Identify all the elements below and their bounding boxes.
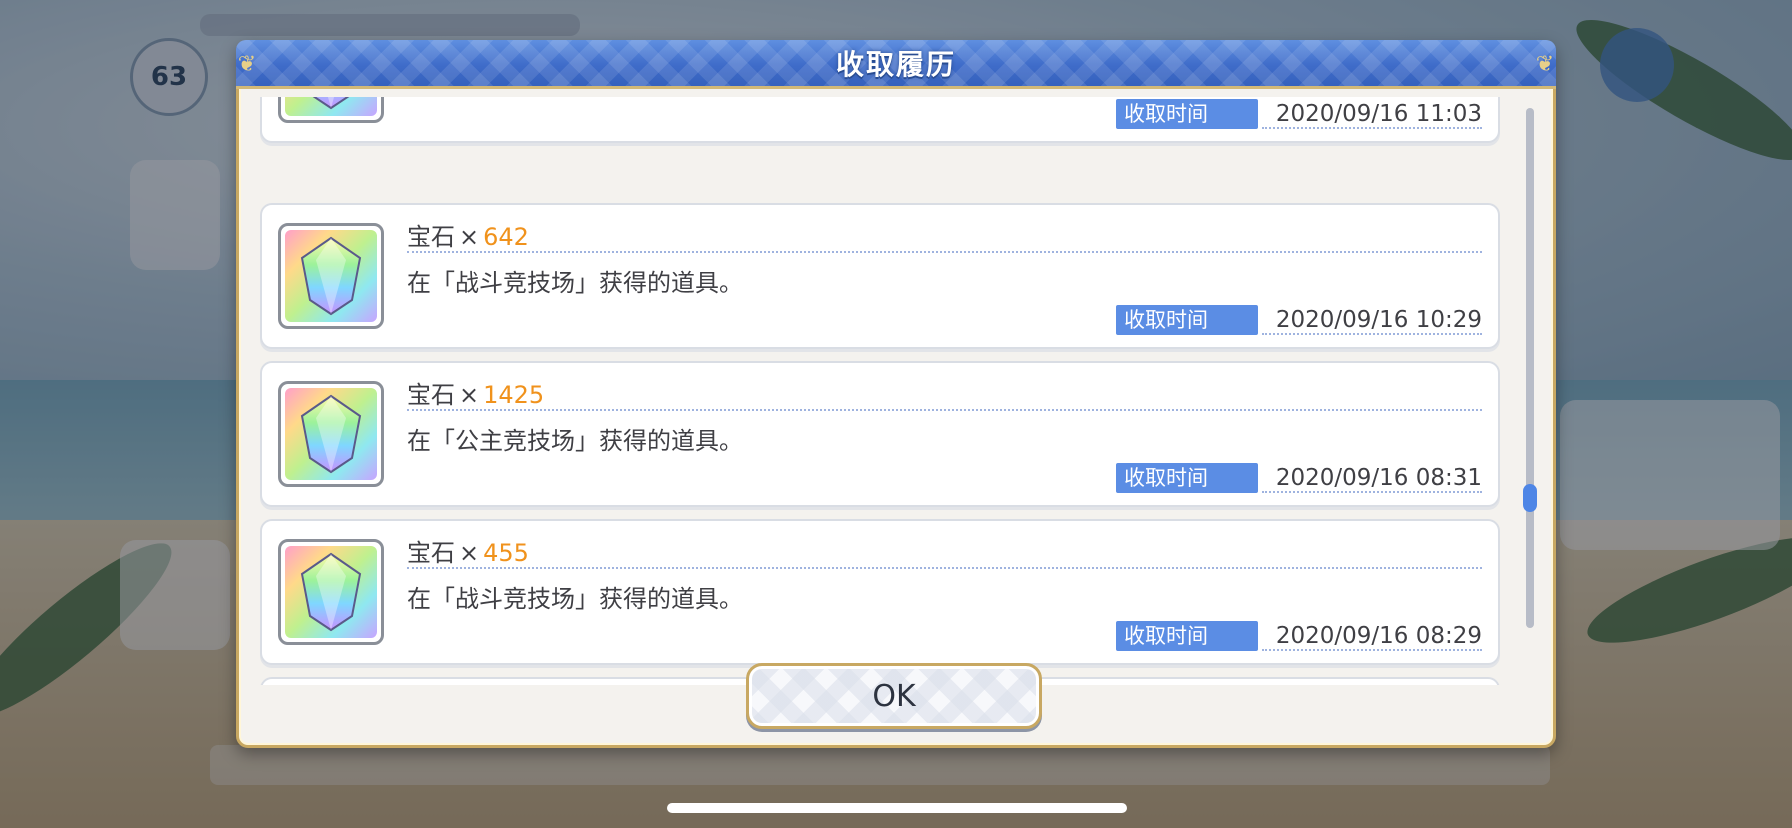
divider	[1262, 333, 1482, 335]
item-description: 在「战斗竞技场」获得的道具。	[407, 585, 743, 613]
ok-button[interactable]: OK	[746, 663, 1042, 729]
receive-time-value: 2020/09/16 10:29	[1275, 307, 1482, 333]
rainbow-gem-icon	[285, 388, 377, 480]
ok-button-label: OK	[872, 678, 916, 714]
times-sign: ×	[459, 539, 480, 567]
receive-time-label: 收取时间	[1116, 99, 1258, 129]
item-name-text: 宝石	[407, 381, 455, 409]
item-quantity: 455	[483, 539, 529, 567]
item-name-text: 宝石	[407, 539, 455, 567]
divider	[407, 567, 1482, 569]
history-entry: 宝石 × 455 在「战斗竞技场」获得的道具。 收取时间 2020/09/16 08…	[260, 519, 1500, 665]
divider	[407, 251, 1482, 253]
item-description: 在「战斗竞技场」获得的道具。	[407, 269, 743, 297]
rainbow-gem-icon	[285, 97, 377, 116]
item-name: 宝石 × 1425	[407, 375, 544, 410]
times-sign: ×	[459, 381, 480, 409]
receive-time-value: 2020/09/16 11:03	[1275, 101, 1482, 127]
item-name: 宝石 × 455	[407, 533, 529, 568]
divider	[407, 409, 1482, 411]
rainbow-gem-icon	[285, 230, 377, 322]
item-icon-frame	[278, 97, 384, 123]
receive-time-label: 收取时间	[1116, 621, 1258, 651]
scrollbar-track[interactable]	[1526, 108, 1534, 628]
item-name: 宝石 × 642	[407, 217, 529, 252]
dialog-title: 收取履历	[835, 48, 956, 81]
item-icon-frame	[278, 223, 384, 329]
receive-history-dialog: 收取履历 ❦ ❦ 收取时间 2020/09/16 11:03 宝石 × 642 …	[236, 40, 1556, 748]
history-entry: 宝石 × 1425 在「公主竞技场」获得的道具。 收取时间 2020/09/16 0…	[260, 361, 1500, 507]
receive-time-value: 2020/09/16 08:29	[1275, 623, 1482, 649]
item-name-text: 宝石	[407, 223, 455, 251]
item-quantity: 1425	[483, 381, 545, 409]
receive-time-value: 2020/09/16 08:31	[1275, 465, 1482, 491]
item-description: 在「公主竞技场」获得的道具。	[407, 427, 743, 455]
history-entry: 宝石 × 642 在「战斗竞技场」获得的道具。 收取时间 2020/09/16 10…	[260, 203, 1500, 349]
history-entry: 收取时间 2020/09/16 11:03	[260, 97, 1500, 143]
dialog-header: 收取履历	[236, 40, 1556, 89]
scrollbar-thumb[interactable]	[1523, 484, 1537, 512]
divider	[1262, 649, 1482, 651]
divider	[1262, 491, 1482, 493]
rainbow-gem-icon	[285, 546, 377, 638]
history-list[interactable]: 收取时间 2020/09/16 11:03 宝石 × 642 在「战斗竞技场」获…	[256, 97, 1508, 685]
item-quantity: 642	[483, 223, 529, 251]
item-icon-frame	[278, 539, 384, 645]
home-indicator[interactable]	[667, 803, 1127, 813]
receive-time-label: 收取时间	[1116, 305, 1258, 335]
item-icon-frame	[278, 381, 384, 487]
corner-ornament-icon: ❦	[1535, 51, 1555, 77]
receive-time-label: 收取时间	[1116, 463, 1258, 493]
times-sign: ×	[459, 223, 480, 251]
divider	[1262, 127, 1482, 129]
corner-ornament-icon: ❦	[237, 51, 257, 77]
